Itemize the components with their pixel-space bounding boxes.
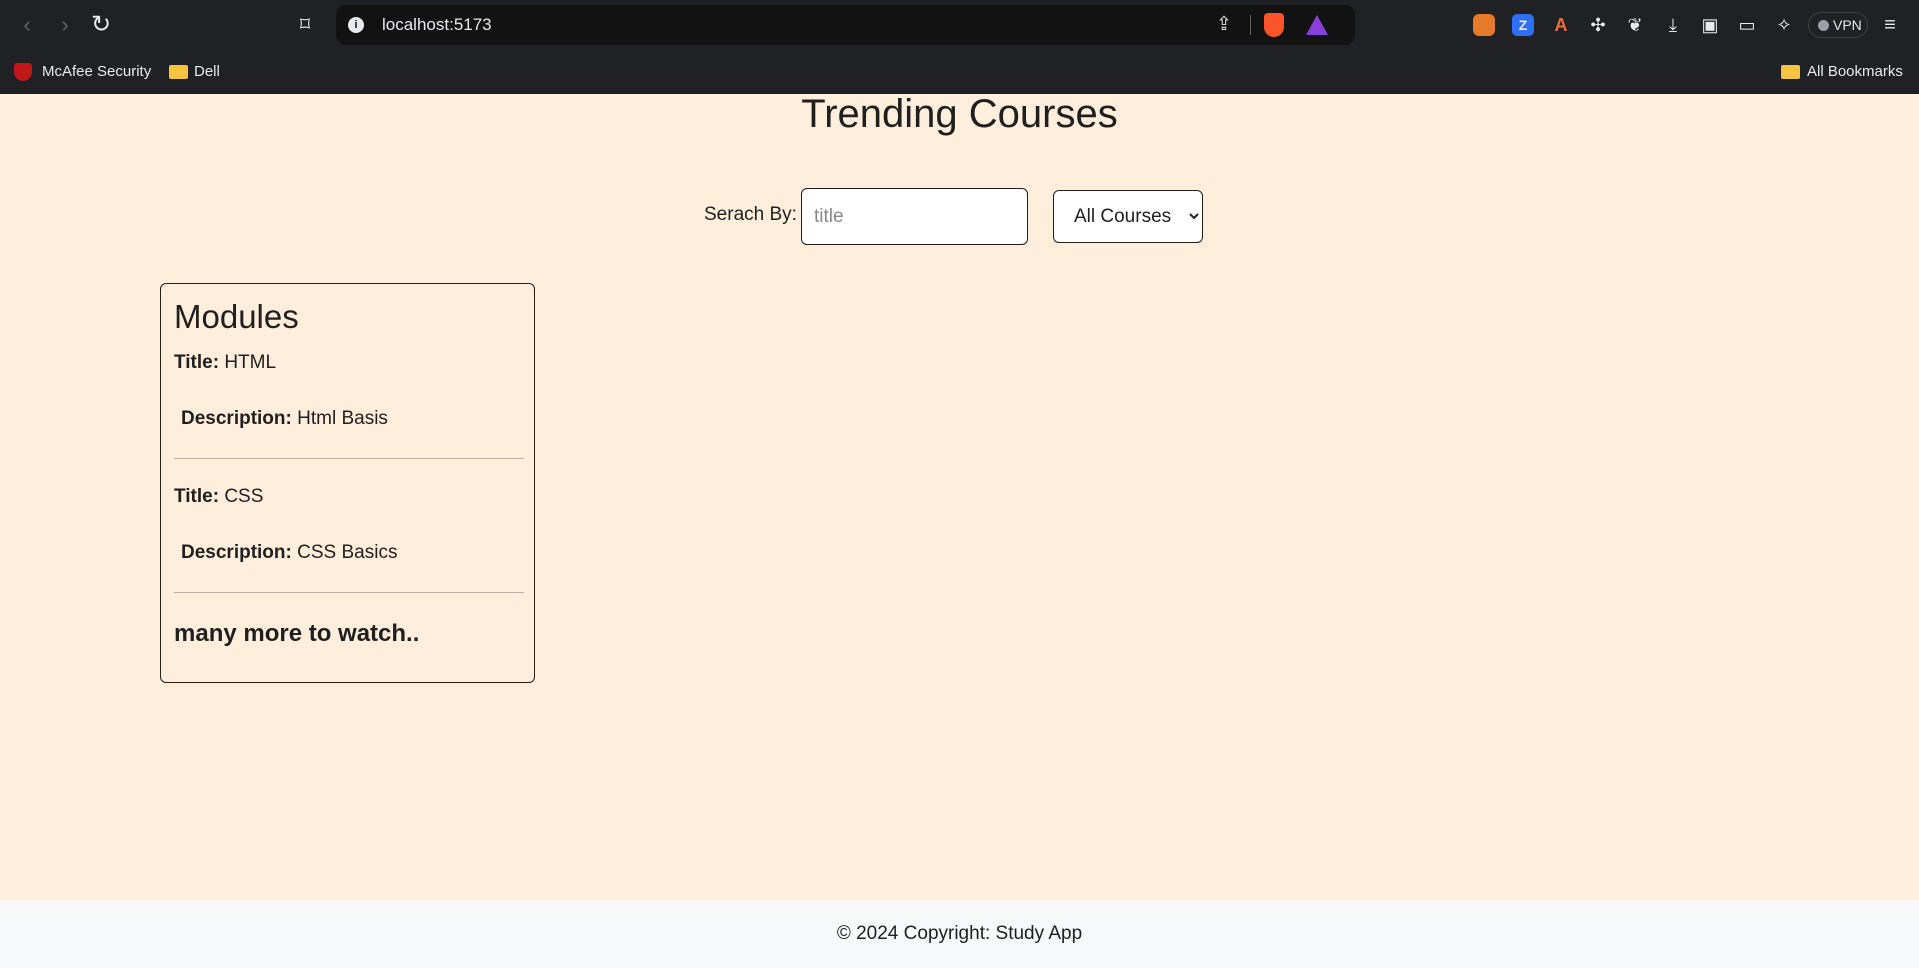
description-label: Description: bbox=[181, 542, 292, 563]
module-title: Title: CSS bbox=[174, 486, 524, 542]
copyright-text: © 2024 Copyright: Study App bbox=[836, 923, 1083, 944]
leaf-extension-icon[interactable]: ❦ bbox=[1622, 12, 1648, 38]
browser-toolbar: ‹ › ↻ ⌑ i localhost:5173 ⇪ Z A ✣ ❦ ⤓ ▣ ▭… bbox=[0, 0, 1919, 50]
wallet-icon[interactable]: ▭ bbox=[1734, 12, 1760, 38]
folder-icon bbox=[1781, 65, 1800, 79]
a-extension-icon[interactable]: A bbox=[1548, 12, 1574, 38]
bookmarks-bar: McAfee Security Dell All Bookmarks bbox=[0, 50, 1919, 94]
course-filter-select[interactable]: All Courses bbox=[1053, 190, 1203, 243]
card-heading: Modules bbox=[174, 298, 299, 335]
title-value: CSS bbox=[224, 486, 264, 507]
search-label: Serach By: bbox=[704, 204, 797, 225]
module-description: Description: CSS Basics bbox=[174, 542, 524, 592]
ai-assistant-icon[interactable]: ✧ bbox=[1771, 12, 1797, 38]
address-bar-divider bbox=[1250, 15, 1251, 35]
extensions-puzzle-icon[interactable]: ✣ bbox=[1585, 12, 1611, 38]
module-divider bbox=[174, 592, 524, 593]
bookmark-label: McAfee Security bbox=[42, 63, 152, 80]
address-bar[interactable]: i localhost:5173 ⇪ bbox=[336, 5, 1355, 45]
vpn-label: VPN bbox=[1833, 17, 1862, 33]
brave-shields-icon[interactable] bbox=[1264, 13, 1284, 37]
bookmark-folder-dell[interactable]: Dell bbox=[169, 60, 220, 84]
z-extension-icon[interactable]: Z bbox=[1512, 14, 1534, 36]
title-label: Title: bbox=[174, 352, 220, 373]
more-courses-text: many more to watch.. bbox=[174, 620, 420, 647]
page-title: Trending Courses bbox=[801, 92, 1118, 136]
modules-card: Modules Title: HTML Description: Html Ba… bbox=[160, 283, 535, 683]
search-input[interactable] bbox=[801, 188, 1028, 245]
footer: © 2024 Copyright: Study App bbox=[0, 900, 1919, 968]
title-value: HTML bbox=[224, 352, 277, 373]
module-description: Description: Html Basis bbox=[174, 408, 524, 458]
module-item: Title: HTML Description: Html Basis bbox=[174, 352, 524, 459]
metamask-extension-icon[interactable] bbox=[1473, 14, 1495, 36]
brave-rewards-icon[interactable] bbox=[1306, 15, 1328, 35]
site-info-icon[interactable]: i bbox=[348, 17, 364, 33]
mcafee-icon bbox=[14, 63, 32, 81]
all-bookmarks-folder[interactable]: All Bookmarks bbox=[1781, 60, 1903, 84]
back-icon[interactable]: ‹ bbox=[12, 10, 42, 40]
download-icon[interactable]: ⤓ bbox=[1660, 12, 1686, 38]
forward-icon[interactable]: › bbox=[50, 10, 80, 40]
module-item: Title: CSS Description: CSS Basics bbox=[174, 486, 524, 593]
all-bookmarks-label: All Bookmarks bbox=[1807, 63, 1903, 80]
vpn-button[interactable]: VPN bbox=[1808, 12, 1868, 38]
folder-icon bbox=[169, 65, 188, 79]
menu-icon[interactable]: ≡ bbox=[1877, 12, 1903, 38]
module-title: Title: HTML bbox=[174, 352, 524, 408]
share-icon[interactable]: ⇪ bbox=[1216, 13, 1232, 36]
description-value: Html Basis bbox=[297, 408, 388, 429]
description-label: Description: bbox=[181, 408, 292, 429]
url-text[interactable]: localhost:5173 bbox=[382, 15, 492, 35]
bookmark-mcafee[interactable]: McAfee Security bbox=[14, 60, 151, 84]
bookmark-label: Dell bbox=[194, 63, 220, 80]
vpn-status-icon bbox=[1818, 20, 1829, 31]
description-value: CSS Basics bbox=[297, 542, 398, 563]
sidebar-toggle-icon[interactable]: ▣ bbox=[1697, 12, 1723, 38]
reload-icon[interactable]: ↻ bbox=[86, 10, 116, 40]
module-divider bbox=[174, 458, 524, 459]
title-label: Title: bbox=[174, 486, 220, 507]
bookmark-icon[interactable]: ⌑ bbox=[290, 10, 320, 40]
